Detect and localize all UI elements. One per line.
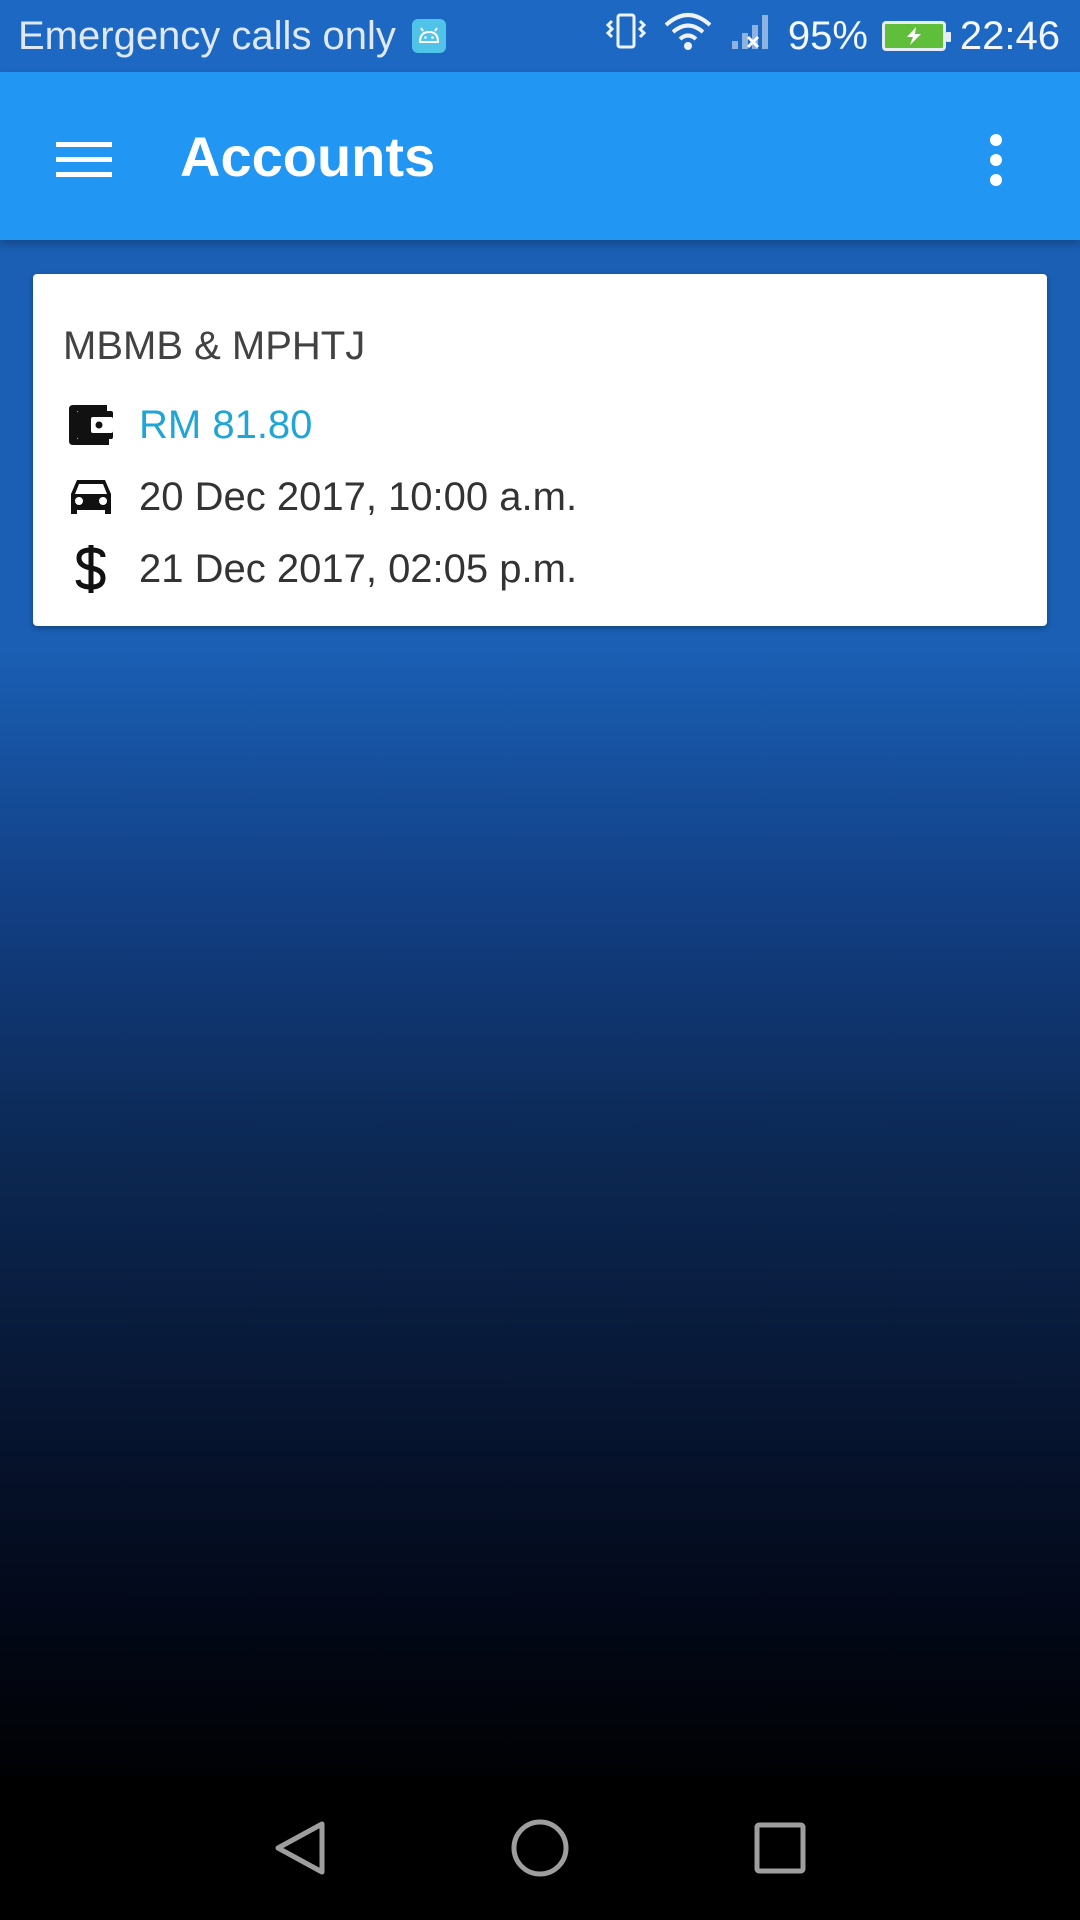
hamburger-menu-icon: [56, 142, 112, 177]
more-vert-icon: [990, 134, 1002, 186]
account-name: MBMB & MPHTJ: [63, 324, 366, 368]
parking-datetime: 20 Dec 2017, 10:00 a.m.: [139, 474, 578, 519]
clock-time: 22:46: [959, 13, 1060, 58]
amount-row: RM 81.80: [63, 395, 312, 455]
home-button[interactable]: [490, 1798, 590, 1898]
car-icon: [63, 469, 119, 525]
vibrate-icon: [604, 9, 648, 63]
recents-button[interactable]: [730, 1798, 830, 1898]
back-icon: [275, 1821, 325, 1875]
carrier-text: Emergency calls only: [18, 13, 396, 58]
dollar-icon: [63, 541, 119, 597]
account-amount: RM 81.80: [139, 402, 313, 447]
android-notification-icon: [411, 19, 446, 53]
parking-row: 20 Dec 2017, 10:00 a.m.: [63, 467, 577, 527]
home-icon: [511, 1819, 569, 1877]
overflow-menu-button[interactable]: [952, 116, 1040, 204]
status-right: 95% 22:46: [604, 0, 1060, 72]
wallet-icon: [63, 397, 119, 453]
payment-datetime: 21 Dec 2017, 02:05 p.m.: [139, 546, 578, 591]
status-bar: Emergency calls only 95% 22:46: [0, 0, 1080, 72]
system-nav-bar: [0, 1776, 1080, 1920]
wifi-icon: [662, 9, 714, 63]
battery-percent: 95%: [787, 13, 868, 58]
account-card[interactable]: MBMB & MPHTJ RM 81.80 20 Dec 2017, 10:00…: [33, 274, 1047, 626]
page-title: Accounts: [180, 124, 436, 188]
menu-button[interactable]: [40, 116, 128, 204]
back-button[interactable]: [250, 1798, 350, 1898]
status-left: Emergency calls only: [18, 0, 446, 72]
no-signal-icon: [728, 9, 774, 63]
app-bar: Accounts: [0, 72, 1080, 240]
recents-icon: [754, 1822, 806, 1874]
payment-row: 21 Dec 2017, 02:05 p.m.: [63, 539, 577, 599]
battery-charging-icon: [881, 21, 951, 51]
